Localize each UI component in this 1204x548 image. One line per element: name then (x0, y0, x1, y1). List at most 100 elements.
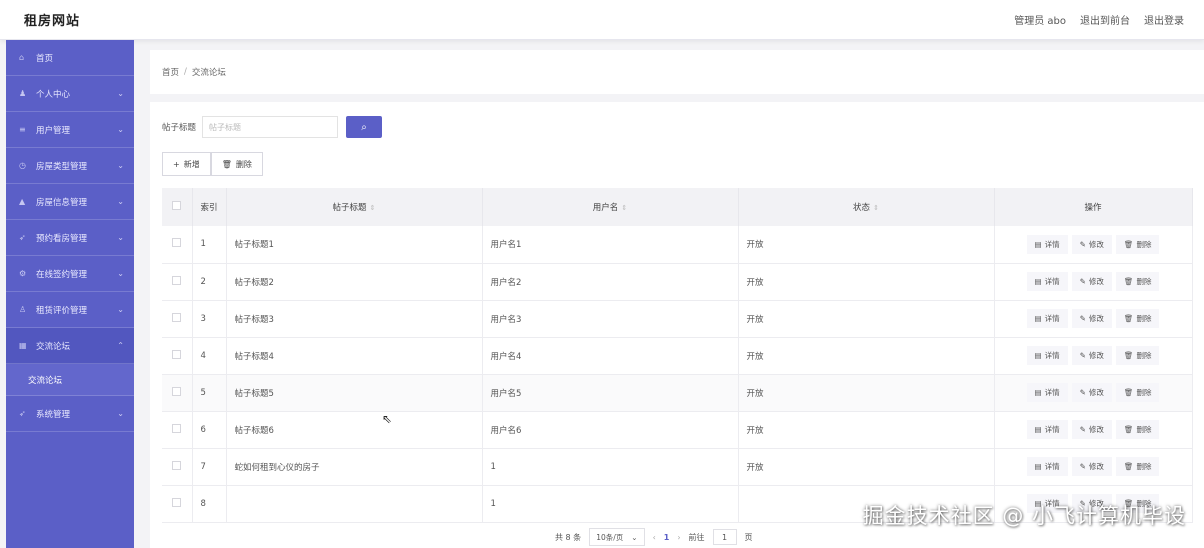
data-table: 索引 帖子标题 ⇕ 用户名 ⇕ 状态 ⇕ 操作 1 帖子标题1 用户名1 开放 ▤ 详情 ✎ 修改 🗑… (162, 188, 1204, 523)
trash-icon: 🗑 (1123, 314, 1134, 323)
edit-label: 修改 (1088, 277, 1104, 286)
sidebar-item-house-types[interactable]: ◷ 房屋类型管理 ⌄ (6, 148, 134, 184)
row-checkbox[interactable] (162, 300, 193, 338)
trash-icon: 🗑 (1123, 277, 1134, 286)
column-user[interactable]: 用户名 ⇕ (482, 188, 739, 226)
sidebar-item-profile[interactable]: ♟ 个人中心 ⌄ (6, 76, 134, 112)
sidebar-item-contracts[interactable]: ⚙ 在线签约管理 ⌄ (6, 256, 134, 292)
list-icon: ≡ (19, 125, 26, 134)
watermark: 掘金技术社区 @ 小飞计算机毕设 (862, 504, 1186, 528)
edit-button[interactable]: ✎ 修改 (1071, 309, 1112, 328)
row-checkbox[interactable] (162, 485, 193, 523)
delete-row-button[interactable]: 🗑 删除 (1115, 234, 1160, 254)
row-index: 4 (192, 337, 227, 375)
detail-button[interactable]: ▤ 详情 (1026, 383, 1068, 402)
delete-label: 删除 (1136, 388, 1152, 397)
sidebar-item-viewing[interactable]: ➶ 预约看房管理 ⌄ (6, 220, 134, 256)
edit-icon: ✎ (1079, 462, 1086, 471)
edit-icon: ✎ (1079, 388, 1086, 397)
row-status: 开放 (738, 226, 995, 264)
detail-icon: ▤ (1034, 425, 1042, 434)
edit-button[interactable]: ✎ 修改 (1071, 346, 1112, 365)
row-user: 1 (482, 485, 739, 523)
next-page-button[interactable]: › (677, 533, 680, 542)
mouse-cursor-icon: ⇖ (382, 412, 393, 426)
column-user-label: 用户名 (592, 203, 619, 213)
house-icon: ▲ (19, 197, 26, 206)
search-label: 帖子标题 (162, 123, 197, 133)
row-checkbox[interactable] (162, 263, 193, 301)
delete-row-button[interactable]: 🗑 删除 (1115, 272, 1160, 291)
search-button[interactable]: ⌕ (346, 116, 383, 138)
delete-button[interactable]: 🗑 删除 (210, 152, 263, 176)
sidebar-item-label: 个人中心 (36, 89, 71, 100)
sidebar-item-reviews[interactable]: ♙ 租赁评价管理 ⌄ (6, 292, 134, 328)
detail-icon: ▤ (1034, 351, 1042, 360)
goto-page-input[interactable]: 1 (712, 529, 737, 545)
admin-user-link[interactable]: 管理员 abo (1014, 12, 1066, 27)
edit-button[interactable]: ✎ 修改 (1071, 383, 1112, 402)
chevron-down-icon: ⌄ (117, 161, 124, 170)
row-checkbox[interactable] (162, 337, 193, 375)
edit-label: 修改 (1088, 462, 1104, 471)
detail-button[interactable]: ▤ 详情 (1026, 234, 1068, 254)
edit-button[interactable]: ✎ 修改 (1071, 420, 1112, 439)
column-title[interactable]: 帖子标题 ⇕ (226, 188, 483, 226)
page-number[interactable]: 1 (664, 533, 670, 542)
delete-row-button[interactable]: 🗑 删除 (1115, 309, 1160, 328)
edit-icon: ✎ (1079, 239, 1086, 249)
delete-label: 删除 (1136, 425, 1152, 434)
search-input[interactable]: 帖子标题 (202, 116, 339, 138)
back-to-front-link[interactable]: 退出到前台 (1080, 12, 1130, 27)
delete-label: 删除 (1136, 462, 1152, 471)
detail-label: 详情 (1044, 462, 1060, 471)
sort-icon[interactable]: ⇕ (370, 204, 376, 212)
row-index: 2 (192, 263, 227, 301)
detail-label: 详情 (1044, 239, 1060, 249)
sidebar-subitem-forum[interactable]: 交流论坛 (6, 364, 134, 396)
column-status[interactable]: 状态 ⇕ (738, 188, 995, 226)
delete-row-button[interactable]: 🗑 删除 (1115, 420, 1160, 439)
delete-row-button[interactable]: 🗑 删除 (1115, 383, 1160, 402)
edit-button[interactable]: ✎ 修改 (1071, 457, 1112, 476)
edit-icon: ✎ (1079, 425, 1086, 434)
prev-page-button[interactable]: ‹ (653, 533, 656, 542)
delete-button-label: 删除 (235, 159, 252, 169)
breadcrumb-separator: / (184, 67, 187, 77)
home-icon: ⌂ (19, 53, 25, 62)
chevron-down-icon: ⌄ (117, 233, 124, 242)
delete-row-button[interactable]: 🗑 删除 (1115, 457, 1160, 476)
sidebar-item-home[interactable]: ⌂ 首页 (6, 40, 134, 76)
table-body: 1 帖子标题1 用户名1 开放 ▤ 详情 ✎ 修改 🗑 删除 2 帖子标题2 用户名2 开放 ▤ 详情 ✎ 修改 🗑… (162, 226, 1193, 523)
detail-button[interactable]: ▤ 详情 (1026, 346, 1068, 365)
sort-icon[interactable]: ⇕ (621, 204, 627, 212)
chevron-up-icon: ⌃ (117, 341, 124, 350)
detail-button[interactable]: ▤ 详情 (1026, 309, 1068, 328)
breadcrumb-home[interactable]: 首页 (162, 66, 179, 78)
row-status: 开放 (738, 337, 995, 375)
sidebar-item-house-info[interactable]: ▲ 房屋信息管理 ⌄ (6, 184, 134, 220)
chevron-down-icon: ⌄ (117, 305, 124, 314)
sidebar-item-forum[interactable]: ▦ 交流论坛 ⌃ (6, 328, 134, 364)
page-size-select[interactable]: 10条/页 ⌄ (589, 528, 645, 546)
select-all-checkbox[interactable] (162, 188, 193, 226)
detail-button[interactable]: ▤ 详情 (1026, 420, 1068, 439)
sidebar-item-users[interactable]: ≡ 用户管理 ⌄ (6, 112, 134, 148)
row-checkbox[interactable] (162, 374, 193, 412)
row-title: 帖子标题1 (226, 226, 483, 264)
sort-icon[interactable]: ⇕ (873, 204, 879, 212)
row-checkbox[interactable] (162, 226, 193, 264)
logout-link[interactable]: 退出登录 (1144, 12, 1184, 27)
edit-button[interactable]: ✎ 修改 (1071, 234, 1112, 254)
row-checkbox[interactable] (162, 448, 193, 486)
row-checkbox[interactable] (162, 411, 193, 449)
total-count: 共 8 条 (555, 532, 582, 542)
detail-button[interactable]: ▤ 详情 (1026, 272, 1068, 291)
person-icon: ♙ (19, 305, 27, 314)
add-button[interactable]: + 新增 (162, 152, 211, 176)
sidebar-item-system[interactable]: ➶ 系统管理 ⌄ (6, 396, 134, 432)
edit-button[interactable]: ✎ 修改 (1071, 272, 1112, 291)
detail-button[interactable]: ▤ 详情 (1026, 457, 1068, 476)
delete-row-button[interactable]: 🗑 删除 (1115, 346, 1160, 365)
site-title: 租房网站 (24, 14, 81, 29)
